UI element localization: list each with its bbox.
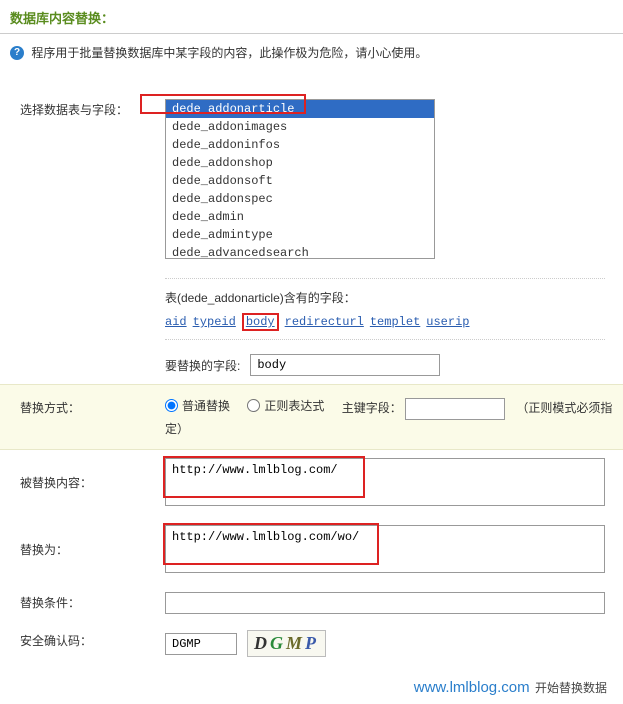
row-find: 被替换内容： — [0, 450, 623, 517]
radio-regex-input[interactable] — [247, 399, 260, 412]
label-captcha: 安全确认码： — [10, 630, 165, 649]
info-text: 程序用于批量替换数据库中某字段的内容，此操作极为危险，请小心使用。 — [31, 46, 427, 60]
table-listbox[interactable]: dede_addonarticledede_addonimagesdede_ad… — [165, 99, 435, 259]
field-link[interactable]: templet — [370, 315, 420, 329]
watermark-link: www.lmlblog.com — [414, 679, 530, 696]
radio-regex[interactable]: 正则表达式 — [247, 397, 324, 414]
page-title: 数据库内容替换： — [10, 11, 114, 26]
row-replace-field: 要替换的字段: — [165, 354, 613, 376]
listbox-item[interactable]: dede_addonshop — [166, 154, 434, 172]
fields-list: aid typeid body redirecturl templet userip — [165, 314, 605, 329]
footer: www.lmlblog.com 开始替换数据 — [0, 665, 623, 704]
field-link[interactable]: typeid — [193, 315, 236, 329]
page-header: 数据库内容替换： — [0, 0, 623, 34]
row-condition: 替换条件： — [0, 584, 623, 622]
label-keyfield: 主键字段： — [342, 401, 402, 415]
radio-normal[interactable]: 普通替换 — [165, 397, 230, 414]
fields-title: 表(dede_addonarticle)含有的字段： — [165, 289, 605, 306]
mode-inputs: 普通替换 正则表达式 主键字段： （正则模式必须指定） — [165, 397, 613, 437]
row-mode: 替换方式： 普通替换 正则表达式 主键字段： （正则模式必须指定） — [0, 384, 623, 450]
info-row: ? 程序用于批量替换数据库中某字段的内容，此操作极为危险，请小心使用。 — [0, 34, 623, 91]
label-condition: 替换条件： — [10, 592, 165, 611]
field-link[interactable]: aid — [165, 315, 187, 329]
help-icon: ? — [10, 46, 24, 60]
row-captcha: 安全确认码： D G M P — [0, 622, 623, 665]
listbox-item[interactable]: dede_addonarticle — [166, 100, 434, 118]
submit-button[interactable]: 开始替换数据 — [535, 681, 607, 695]
fields-block: 表(dede_addonarticle)含有的字段： aid typeid body… — [165, 278, 605, 340]
row-replace: 替换为： — [0, 517, 623, 584]
listbox-item[interactable]: dede_addoninfos — [166, 136, 434, 154]
input-replace-field[interactable] — [250, 354, 440, 376]
listbox-item[interactable]: dede_addonimages — [166, 118, 434, 136]
input-condition[interactable] — [165, 592, 605, 614]
label-mode: 替换方式： — [10, 397, 165, 416]
listbox-item[interactable]: dede_admintype — [166, 226, 434, 244]
radio-normal-input[interactable] — [165, 399, 178, 412]
field-link[interactable]: userip — [426, 315, 469, 329]
listbox-item[interactable]: dede_advancedsearch — [166, 244, 434, 259]
listbox-item[interactable]: dede_addonsoft — [166, 172, 434, 190]
label-replace: 替换为： — [10, 525, 165, 558]
input-captcha[interactable] — [165, 633, 237, 655]
listbox-item[interactable]: dede_addonspec — [166, 190, 434, 208]
label-table-select: 选择数据表与字段： — [10, 99, 165, 118]
textarea-find[interactable] — [165, 458, 605, 506]
field-link[interactable]: redirecturl — [285, 315, 364, 329]
input-keyfield[interactable] — [405, 398, 505, 420]
label-replace-field: 要替换的字段: — [165, 357, 240, 374]
captcha-image: D G M P — [247, 630, 326, 657]
textarea-replace[interactable] — [165, 525, 605, 573]
row-table-select: 选择数据表与字段： dede_addonarticledede_addonima… — [0, 91, 623, 384]
label-find: 被替换内容： — [10, 458, 165, 491]
field-link[interactable]: body — [242, 313, 279, 331]
listbox-item[interactable]: dede_admin — [166, 208, 434, 226]
